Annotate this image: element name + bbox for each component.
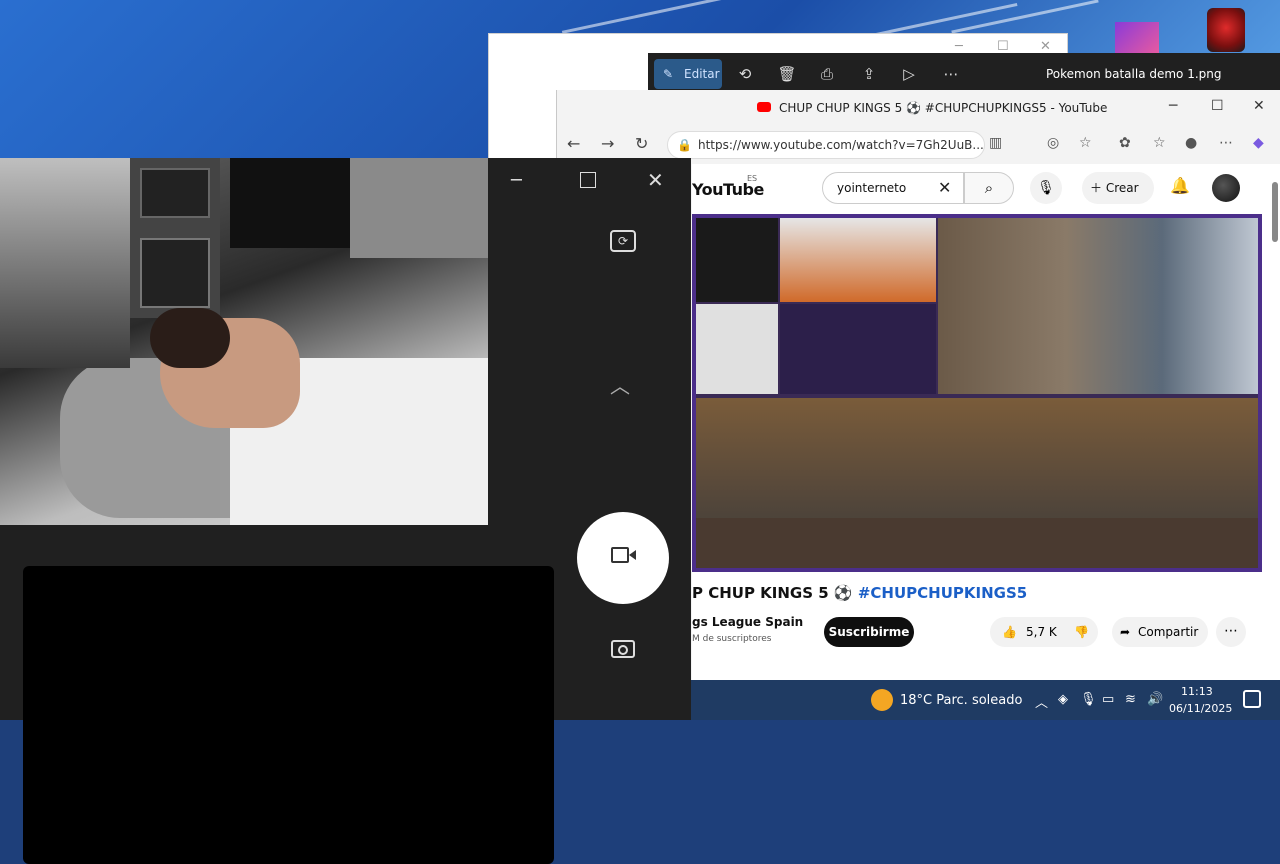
channel-name[interactable]: gs League Spain bbox=[692, 615, 803, 629]
camera-feed bbox=[0, 158, 488, 525]
edit-label: Editar bbox=[684, 67, 720, 81]
tracking-prevention-icon[interactable]: ◎ bbox=[1047, 135, 1059, 151]
video-camera-lens-icon bbox=[629, 550, 636, 560]
weather-sun-icon[interactable] bbox=[871, 689, 893, 711]
menu-icon[interactable]: ⋯ bbox=[1219, 135, 1233, 151]
create-label: Crear bbox=[1105, 181, 1139, 195]
address-bar[interactable]: 🔒 https://www.youtube.com/watch?v=7Gh2Uu… bbox=[667, 131, 985, 159]
create-button[interactable]: ＋ Crear bbox=[1082, 172, 1154, 204]
clear-search-icon[interactable]: ✕ bbox=[938, 178, 951, 197]
like-count: 5,7 K bbox=[1026, 625, 1057, 639]
like-icon[interactable]: 👍 bbox=[1002, 617, 1017, 647]
refresh-icon[interactable]: ↻ bbox=[635, 134, 648, 153]
favorite-star-icon[interactable]: ☆ bbox=[1079, 135, 1092, 151]
favorites-icon[interactable]: ☆ bbox=[1153, 135, 1166, 151]
window-title: Pokemon batalla demo 1.png bbox=[1046, 67, 1222, 81]
search-button[interactable]: ⌕ bbox=[964, 172, 1014, 204]
search-icon: ⌕ bbox=[984, 179, 994, 197]
region-code: ES bbox=[747, 174, 758, 183]
desktop-shortcut-icon[interactable] bbox=[1115, 22, 1159, 54]
scrollbar-thumb[interactable] bbox=[1272, 182, 1278, 242]
video-hashtag-link[interactable]: #CHUPCHUPKINGS5 bbox=[858, 584, 1027, 602]
video-player[interactable] bbox=[692, 214, 1262, 572]
video-camera-icon bbox=[611, 547, 629, 563]
minimize-icon[interactable]: ─ bbox=[1169, 98, 1177, 114]
security-icon[interactable]: ◈ bbox=[1058, 692, 1068, 707]
close-icon[interactable]: ✕ bbox=[1253, 98, 1265, 114]
weather-text[interactable]: 18°C Parc. soleado bbox=[900, 693, 1022, 708]
maximize-icon[interactable]: ☐ bbox=[1211, 98, 1224, 114]
youtube-page: YouTube ES yointerneto ✕ ⌕ 🎙 ＋ Crear 🔔 P… bbox=[692, 164, 1280, 680]
notifications-icon[interactable] bbox=[1243, 690, 1261, 708]
chevron-up-icon[interactable]: ︿ bbox=[610, 370, 630, 399]
print-icon[interactable]: ⎙ bbox=[814, 61, 840, 87]
photo-lens-icon bbox=[618, 645, 628, 655]
switch-camera-icon[interactable]: ⟳ bbox=[610, 230, 636, 252]
taskbar: 18°C Parc. soleado ︿ ◈ 🎙 ▭ ≋ 🔊 11:13 06/… bbox=[691, 680, 1280, 720]
forward-icon[interactable]: → bbox=[601, 134, 614, 153]
tab-title[interactable]: CHUP CHUP KINGS 5 ⚽ #CHUPCHUPKINGS5 - Yo… bbox=[779, 101, 1107, 115]
notifications-bell-icon[interactable]: 🔔 bbox=[1170, 176, 1190, 195]
profile-icon[interactable]: ● bbox=[1185, 135, 1197, 151]
preview-pane bbox=[23, 566, 554, 864]
like-dislike-group: 👍 5,7 K 👎 bbox=[990, 617, 1098, 647]
voice-search-button[interactable]: 🎙 bbox=[1030, 172, 1062, 204]
edit-button[interactable]: ✎ Editar bbox=[654, 59, 722, 89]
slideshow-icon[interactable]: ▷ bbox=[896, 61, 922, 87]
share-icon[interactable]: ⇪ bbox=[856, 61, 882, 87]
video-title: P CHUP KINGS 5 ⚽ #CHUPCHUPKINGS5 bbox=[692, 584, 1027, 602]
rotate-icon[interactable]: ⟲ bbox=[732, 61, 758, 87]
dislike-icon[interactable]: 👎 bbox=[1074, 617, 1089, 647]
youtube-favicon-icon bbox=[757, 102, 771, 112]
more-icon[interactable]: ⋯ bbox=[938, 61, 964, 87]
share-arrow-icon: ➦ bbox=[1120, 625, 1131, 639]
share-button[interactable]: ➦ Compartir bbox=[1112, 617, 1208, 647]
subscriber-count: M de suscriptores bbox=[692, 634, 772, 644]
more-actions-button[interactable]: ⋯ bbox=[1216, 617, 1246, 647]
minimize-icon[interactable]: ─ bbox=[511, 170, 522, 191]
clock-date[interactable]: 06/11/2025 bbox=[1169, 702, 1232, 715]
volume-icon[interactable]: 🔊 bbox=[1147, 692, 1163, 707]
camera-app-window bbox=[0, 158, 691, 864]
delete-icon[interactable]: 🗑 bbox=[774, 61, 800, 87]
avatar[interactable] bbox=[1212, 174, 1240, 202]
photos-viewer-toolbar: ✎ Editar ⟲ 🗑 ⎙ ⇪ ▷ ⋯ Pokemon batalla dem… bbox=[648, 53, 1280, 95]
url-text: https://www.youtube.com/watch?v=7Gh2UuB.… bbox=[698, 138, 984, 152]
maximize-icon[interactable]: ☐ bbox=[997, 39, 1009, 54]
extensions-icon[interactable]: ✿ bbox=[1119, 135, 1131, 151]
clock-time[interactable]: 11:13 bbox=[1181, 685, 1213, 698]
desktop-shortcut-icon[interactable] bbox=[1207, 8, 1245, 52]
minimize-icon[interactable]: ─ bbox=[955, 39, 963, 54]
edit-icon: ✎ bbox=[663, 67, 674, 81]
close-icon[interactable]: ✕ bbox=[647, 168, 664, 192]
maximize-icon[interactable] bbox=[580, 172, 596, 188]
copilot-icon[interactable]: ◆ bbox=[1253, 135, 1264, 151]
show-hidden-icons-chevron-icon[interactable]: ︿ bbox=[1035, 692, 1048, 711]
share-label: Compartir bbox=[1138, 625, 1199, 639]
microphone-icon: 🎙 bbox=[1037, 180, 1055, 196]
subscribe-button[interactable]: Suscribirme bbox=[824, 617, 914, 647]
wifi-icon[interactable]: ≋ bbox=[1125, 692, 1136, 707]
microphone-icon[interactable]: 🎙 bbox=[1080, 692, 1097, 707]
video-title-text: P CHUP KINGS 5 ⚽ bbox=[692, 584, 853, 602]
lock-icon: 🔒 bbox=[677, 138, 692, 152]
close-icon[interactable]: ✕ bbox=[1040, 39, 1051, 54]
battery-icon[interactable]: ▭ bbox=[1102, 692, 1114, 707]
reader-view-icon[interactable]: ▥ bbox=[989, 135, 1002, 151]
plus-icon: ＋ bbox=[1090, 181, 1103, 195]
back-icon[interactable]: ← bbox=[567, 134, 580, 153]
